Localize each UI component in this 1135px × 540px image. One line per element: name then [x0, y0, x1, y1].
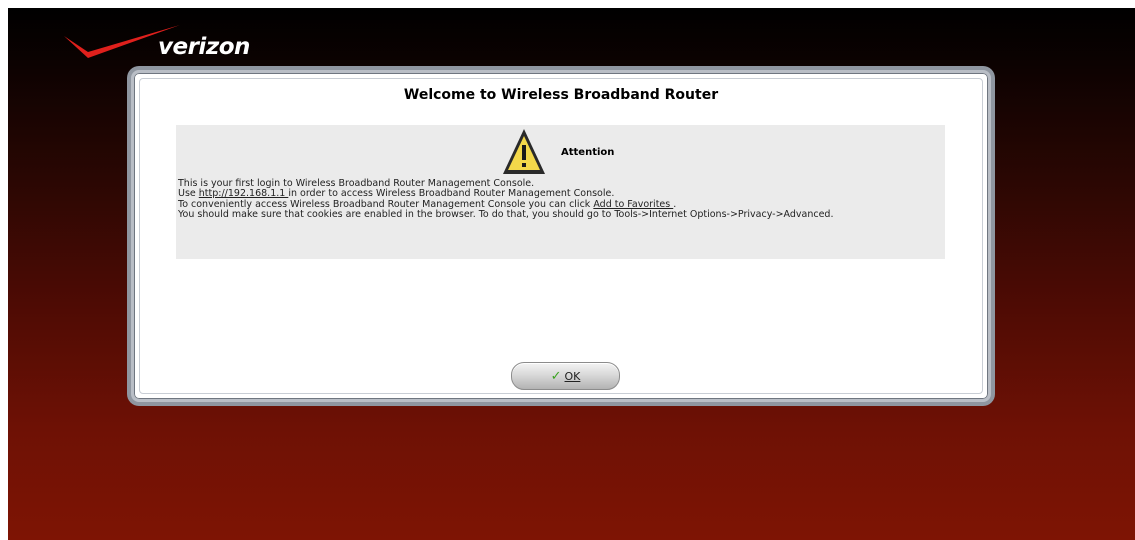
logo-text: verizon: [158, 34, 250, 60]
attention-header: Attention: [501, 125, 614, 179]
dialog-title: Welcome to Wireless Broadband Router: [403, 87, 719, 103]
attention-label: Attention: [561, 146, 615, 158]
ok-button[interactable]: ✓ OK: [511, 362, 620, 390]
line3-prefix: To conveniently access Wireless Broadban…: [178, 198, 594, 210]
ok-label: OK: [564, 369, 581, 383]
warning-triangle-icon: [503, 129, 545, 174]
message-line-4: You should make sure that cookies are en…: [178, 208, 834, 220]
attention-notice: Attention This is your first login to Wi…: [176, 125, 945, 259]
attention-message: This is your first login to Wireless Bro…: [178, 178, 941, 220]
page-background: verizon Welcome to Wireless Broadband Ro…: [8, 8, 1135, 540]
add-to-favorites-link[interactable]: Add to Favorites: [593, 199, 673, 210]
welcome-dialog: Welcome to Wireless Broadband Router Att…: [131, 70, 991, 402]
line3-suffix: .: [673, 198, 677, 210]
checkmark-icon: ✓: [550, 368, 562, 384]
